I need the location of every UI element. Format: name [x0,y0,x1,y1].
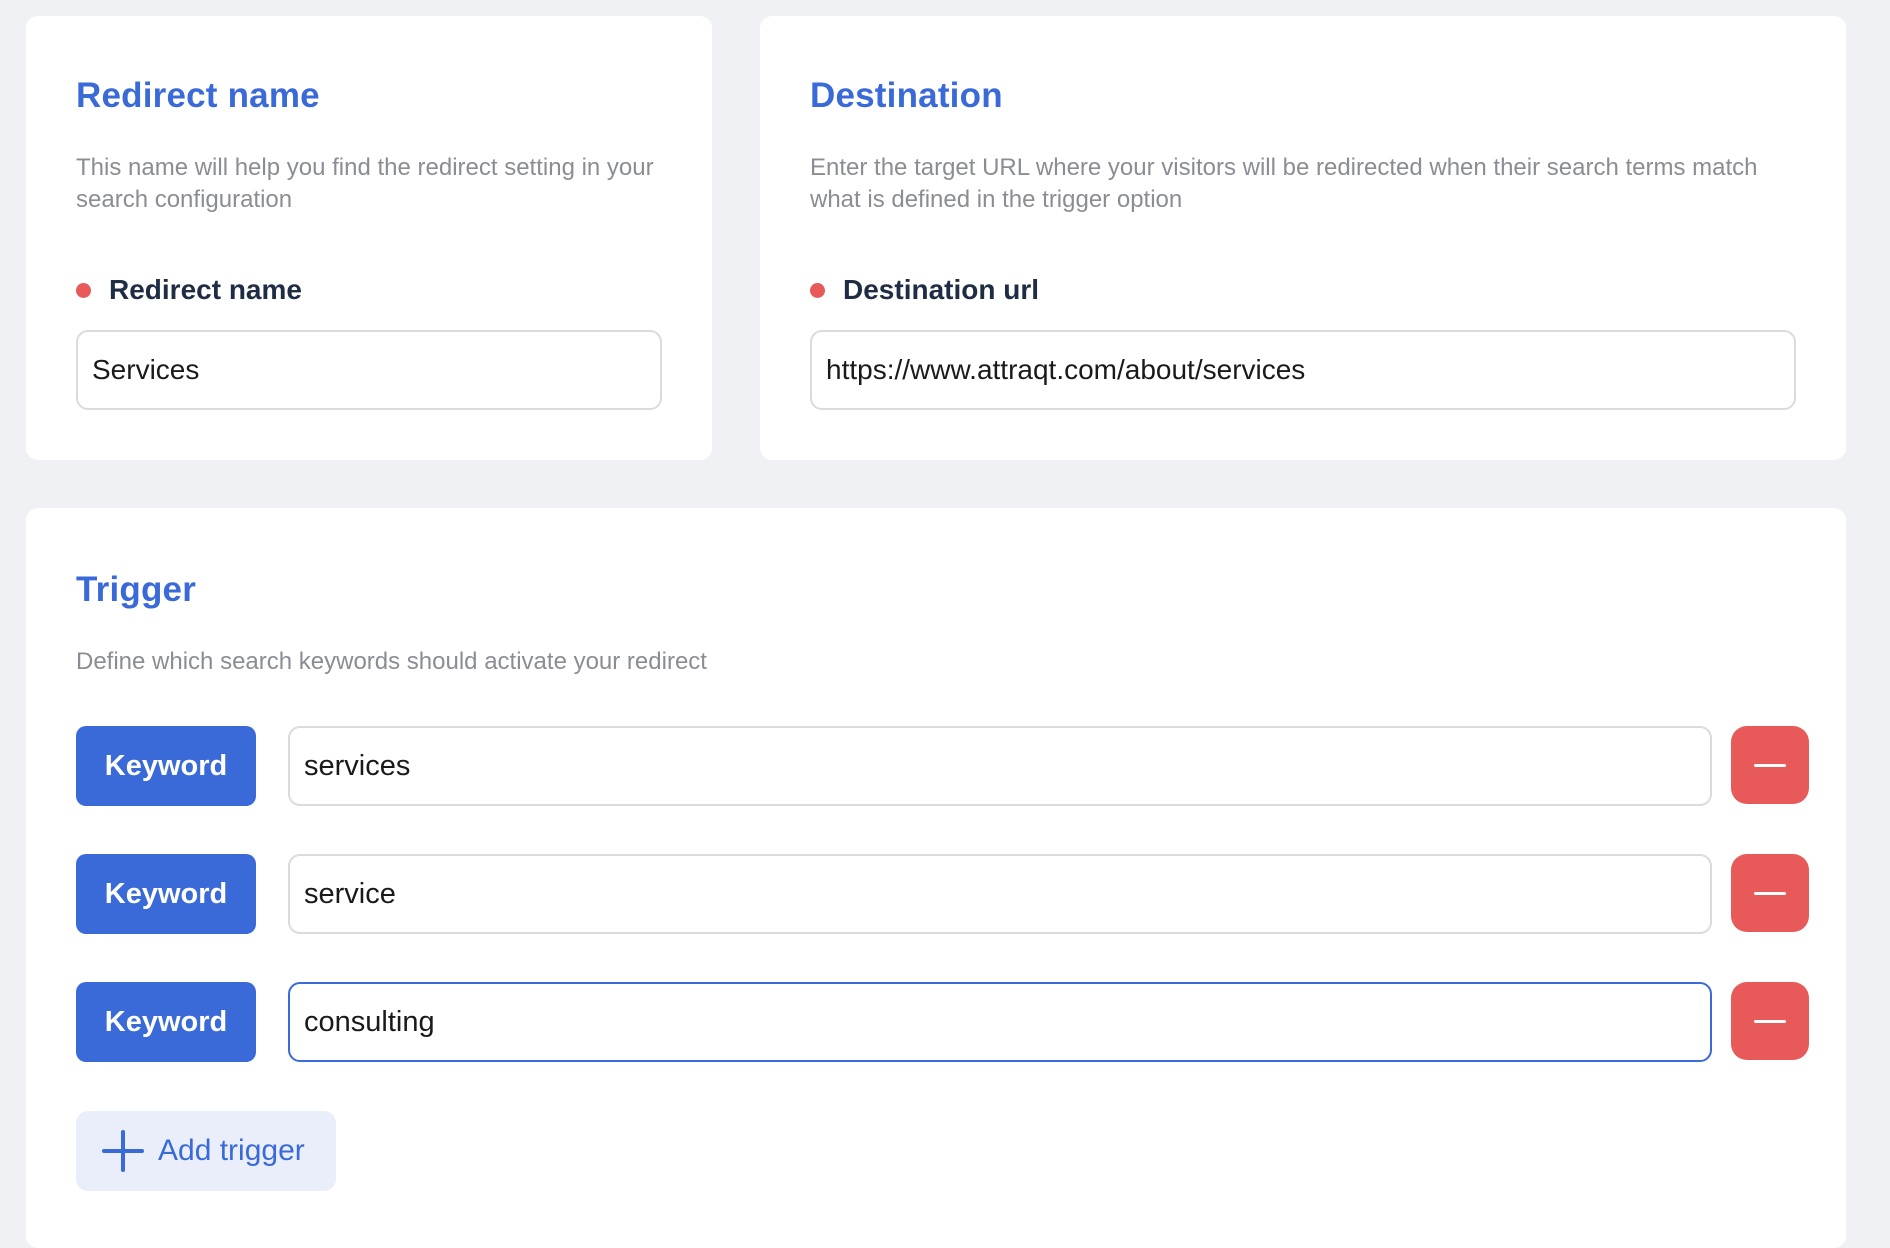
trigger-row: Keyword [76,982,1836,1062]
remove-trigger-button[interactable] [1731,854,1809,932]
redirect-name-description: This name will help you find the redirec… [76,154,654,213]
add-trigger-label: Add trigger [158,1134,305,1167]
plus-icon [102,1130,144,1172]
trigger-row: Keyword [76,726,1836,806]
trigger-type-button[interactable]: Keyword [76,982,256,1062]
trigger-type-button[interactable]: Keyword [76,854,256,934]
required-indicator [76,282,91,298]
minus-icon [1754,763,1786,767]
required-indicator [810,282,825,298]
redirect-name-input[interactable] [76,330,662,410]
minus-icon [1754,891,1786,895]
trigger-keyword-input[interactable] [288,854,1712,934]
remove-trigger-button[interactable] [1731,726,1809,804]
redirect-name-card: Redirect name This name will help you fi… [26,16,712,460]
destination-title: Destination [810,76,1003,115]
add-trigger-button[interactable]: Add trigger [76,1111,336,1191]
trigger-keyword-input[interactable] [288,726,1712,806]
trigger-type-button[interactable]: Keyword [76,726,256,806]
destination-description: Enter the target URL where your visitors… [810,154,1758,213]
remove-trigger-button[interactable] [1731,982,1809,1060]
destination-card: Destination Enter the target URL where y… [760,16,1846,460]
destination-url-field-label: Destination url [810,274,1039,306]
trigger-card: Trigger Define which search keywords sho… [26,508,1846,1248]
redirect-name-field-label: Redirect name [76,274,302,306]
trigger-title: Trigger [76,570,197,609]
redirect-name-title: Redirect name [76,76,320,115]
destination-url-input[interactable] [810,330,1796,410]
trigger-description: Define which search keywords should acti… [76,648,707,675]
trigger-keyword-input[interactable] [288,982,1712,1062]
destination-url-label-text: Destination url [843,274,1040,305]
trigger-row: Keyword [76,854,1836,934]
minus-icon [1754,1019,1786,1023]
redirect-name-label-text: Redirect name [109,274,302,305]
